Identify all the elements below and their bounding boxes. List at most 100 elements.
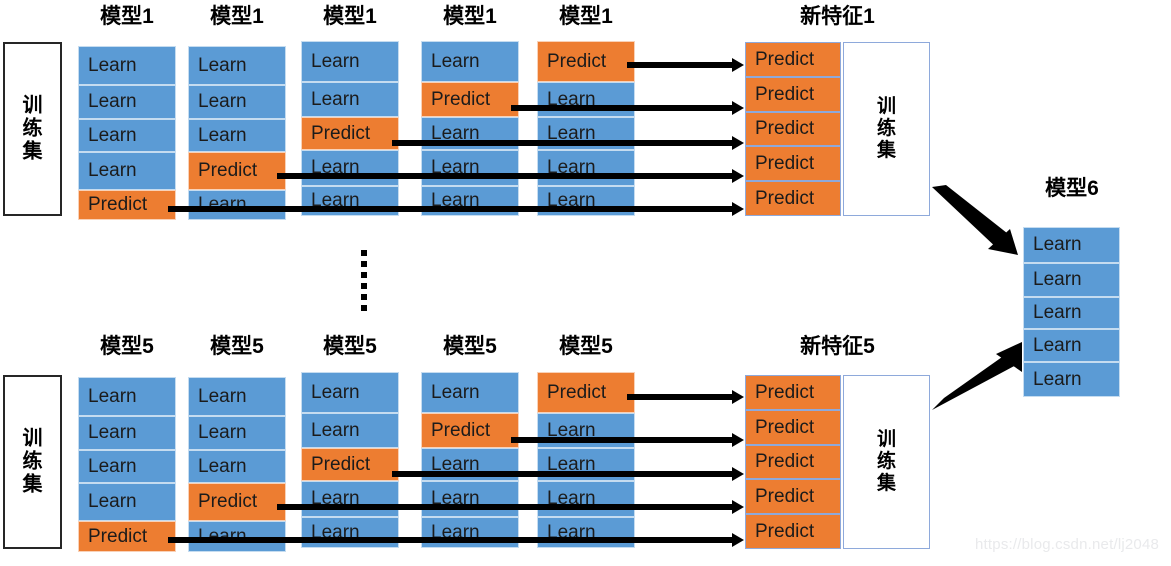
fold-cell-label: Predict: [88, 525, 148, 547]
fold-cell: Learn: [537, 150, 635, 186]
trainset-char: 训: [22, 94, 43, 117]
flow-arrow-bottom-2: [511, 437, 733, 443]
fold-stack-top-3: Learn Learn Predict Learn Learn: [301, 41, 399, 216]
new-feature-cell: Predict: [745, 445, 841, 479]
fold-cell: Learn: [301, 82, 399, 117]
fold-cell-label: Learn: [88, 91, 137, 112]
final-model-cell-label: Learn: [1033, 269, 1082, 290]
flow-arrow-top-2: [511, 105, 733, 111]
fold-cell-label: Predict: [431, 88, 491, 110]
final-model-cell: Learn: [1023, 362, 1120, 397]
final-model-cell: Learn: [1023, 297, 1120, 329]
fold-cell: Learn: [301, 413, 399, 448]
trainset-char: 训: [876, 96, 896, 117]
fold-cell: Predict: [537, 41, 635, 82]
fold-cell-label: Learn: [88, 160, 137, 181]
new-feature-cell-label: Predict: [755, 381, 815, 403]
fold-cell-label: Learn: [431, 50, 480, 72]
new-feature-cell-label: Predict: [755, 187, 815, 209]
fold-cell: Predict: [421, 413, 519, 448]
column-title-model-1-1: 模型1: [100, 5, 154, 28]
fold-cell: Learn: [301, 517, 399, 548]
fold-cell: Learn: [78, 416, 176, 450]
trainset-box-top: 训 练 集: [3, 42, 62, 216]
new-feature-cell: Predict: [745, 479, 841, 514]
fold-cell-label: Predict: [198, 491, 258, 512]
column-title-model-5-2: 模型5: [210, 335, 264, 358]
flow-arrow-top-3: [392, 140, 733, 146]
feature-trainset-label-top: 训 练 集: [844, 96, 929, 162]
trainset-char: 集: [22, 473, 43, 496]
new-feature-cell-label: Predict: [755, 118, 815, 139]
fold-cell-label: Learn: [311, 50, 360, 72]
column-title-model-1-2: 模型1: [210, 5, 264, 28]
fold-cell-label: Learn: [88, 455, 137, 477]
new-feature-cell-label: Predict: [755, 451, 815, 472]
final-model-cell-label: Learn: [1033, 302, 1082, 323]
fold-cell: Learn: [421, 150, 519, 186]
trainset-box-bottom: 训 练 集: [3, 375, 62, 549]
final-model-cell-label: Learn: [1033, 234, 1082, 255]
flow-arrow-top-4: [277, 173, 733, 179]
fold-cell: Learn: [78, 119, 176, 152]
fold-cell: Learn: [537, 517, 635, 548]
flow-arrow-top-1: [627, 62, 733, 68]
fold-cell: Learn: [188, 119, 286, 152]
final-model-cell: Learn: [1023, 329, 1120, 362]
new-feature-cell-label: Predict: [755, 485, 815, 507]
fold-cell-label: Learn: [311, 381, 360, 403]
fold-cell-label: Learn: [311, 88, 360, 110]
final-model-stack: Learn Learn Learn Learn Learn: [1023, 227, 1120, 397]
column-title-model-1-3: 模型1: [323, 5, 377, 28]
fold-cell: Predict: [78, 521, 176, 552]
fold-cell: Learn: [78, 46, 176, 85]
fold-cell: Learn: [301, 41, 399, 82]
fold-cell: Learn: [421, 41, 519, 82]
new-feature-cell: Predict: [745, 514, 841, 549]
fold-cell: Learn: [188, 450, 286, 483]
watermark-text: https://blog.csdn.net/lj2048: [975, 536, 1160, 553]
fold-cell: Predict: [188, 152, 286, 190]
feature-trainset-label-bottom: 训 练 集: [844, 429, 929, 495]
fold-cell: Predict: [78, 190, 176, 220]
column-title-model-5-1: 模型5: [100, 335, 154, 358]
fold-cell: Learn: [78, 450, 176, 483]
fold-cell: Learn: [301, 150, 399, 186]
flow-arrow-bottom-5: [168, 537, 733, 543]
feature-trainset-box-bottom: 训 练 集: [843, 375, 930, 549]
fold-cell: Predict: [537, 372, 635, 413]
column-title-model-5-4: 模型5: [443, 335, 497, 358]
trainset-label-bottom: 训 练 集: [5, 428, 60, 497]
fold-cell: Learn: [421, 481, 519, 517]
fold-cell-label: Predict: [547, 381, 607, 403]
new-feature-cell-label: Predict: [755, 48, 815, 70]
fold-cell-label: Learn: [88, 491, 137, 512]
new-feature-cell-label: Predict: [755, 83, 815, 105]
new-feature-cell-label: Predict: [755, 416, 815, 438]
fold-stack-top-1: Learn Learn Learn Learn Predict: [78, 46, 176, 220]
feature-trainset-box-top: 训 练 集: [843, 42, 930, 216]
fold-cell: Learn: [421, 517, 519, 548]
new-feature-stack-bottom: Predict Predict Predict Predict Predict: [745, 375, 841, 549]
fold-cell: Learn: [188, 46, 286, 85]
fold-cell-label: Learn: [88, 54, 137, 76]
merge-arrow-top: [932, 185, 1018, 255]
fold-cell-label: Predict: [311, 122, 371, 144]
column-title-new-feature-1: 新特征1: [800, 5, 875, 28]
fold-cell: Learn: [421, 372, 519, 413]
new-feature-stack-top: Predict Predict Predict Predict Predict: [745, 42, 841, 216]
column-title-model-5-5: 模型5: [559, 335, 613, 358]
trainset-char: 集: [876, 473, 896, 494]
trainset-char: 训: [876, 429, 896, 450]
fold-stack-top-5: Predict Learn Learn Learn Learn: [537, 41, 635, 216]
fold-cell-label: Predict: [311, 453, 371, 475]
fold-stack-bottom-4: Learn Predict Learn Learn Learn: [421, 372, 519, 548]
fold-cell: Learn: [78, 152, 176, 190]
fold-cell: Predict: [421, 82, 519, 117]
fold-cell: Predict: [301, 117, 399, 150]
diagram-canvas: 模型1 模型1 模型1 模型1 模型1 新特征1 训 练 集 Learn Lea…: [0, 0, 1171, 566]
fold-cell: Learn: [78, 377, 176, 416]
column-title-model-5-3: 模型5: [323, 335, 377, 358]
column-title-new-feature-5: 新特征5: [800, 335, 875, 358]
fold-cell: Learn: [301, 372, 399, 413]
